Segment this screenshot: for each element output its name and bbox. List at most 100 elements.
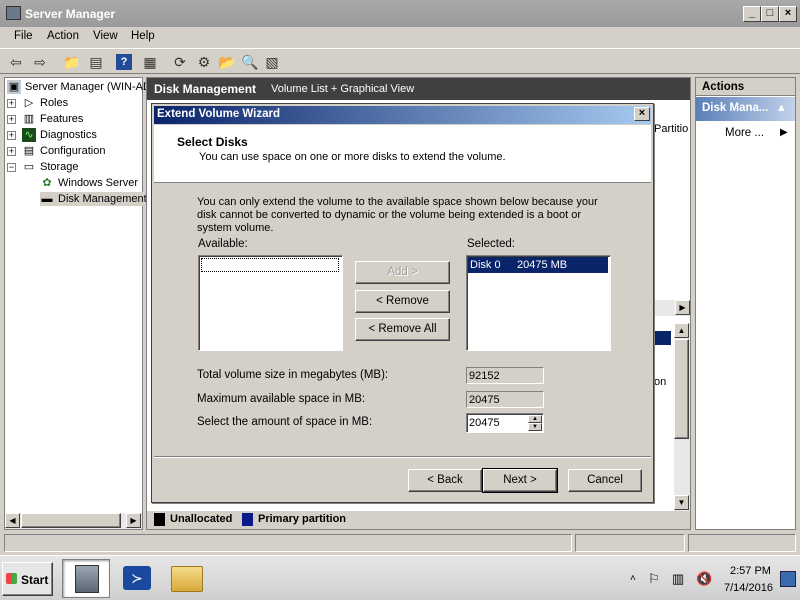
expand-features[interactable]: +: [7, 115, 16, 124]
properties-pane-icon[interactable]: ▦: [140, 52, 160, 72]
spin-up-button[interactable]: ▲: [528, 415, 542, 423]
tree-item-diagnostics[interactable]: ∿ Diagnostics: [22, 128, 97, 142]
amount-spinbox[interactable]: 20475 ▲ ▼: [466, 413, 544, 433]
graphical-view-vscroll[interactable]: ▲ ▼: [674, 323, 690, 511]
extend-volume-wizard: Extend Volume Wizard × Select Disks You …: [151, 103, 654, 503]
app-icon: [6, 6, 21, 20]
max-space-label: Maximum available space in MB:: [197, 393, 366, 405]
search-icon[interactable]: 🔍: [240, 52, 260, 72]
minimize-button[interactable]: _: [743, 6, 761, 22]
scroll-left-button[interactable]: ◀: [5, 513, 20, 528]
scroll-right-button[interactable]: ▶: [675, 300, 690, 315]
menu-file[interactable]: File: [14, 30, 33, 42]
add-button[interactable]: Add >: [355, 261, 450, 284]
menu-action[interactable]: Action: [47, 30, 79, 42]
menu-help[interactable]: Help: [131, 30, 155, 42]
title-bar: Server Manager _ □ ×: [0, 0, 800, 27]
settings-icon[interactable]: ⚙: [194, 52, 214, 72]
refresh-icon[interactable]: ⟳: [170, 52, 190, 72]
clock-time[interactable]: 2:57 PM: [730, 565, 771, 577]
scroll-right-button[interactable]: ▶: [126, 513, 141, 528]
taskbar-explorer[interactable]: [168, 562, 206, 596]
tree-item-windows-server-backup[interactable]: ✿ Windows Server: [40, 176, 138, 190]
actions-header: Actions: [696, 78, 795, 96]
collapse-storage[interactable]: −: [7, 163, 16, 172]
focus-rectangle: [201, 258, 339, 272]
menu-view[interactable]: View: [93, 30, 118, 42]
actions-section-disk-management[interactable]: Disk Mana... ▲: [696, 97, 795, 121]
volume-list-hscroll[interactable]: ▶: [655, 300, 690, 316]
max-space-value: 20475: [466, 391, 544, 408]
wizard-title-bar: Extend Volume Wizard ×: [154, 106, 651, 124]
submenu-arrow-icon: ▶: [780, 127, 788, 138]
remove-button[interactable]: < Remove: [355, 290, 450, 313]
action-center-flag-icon[interactable]: ⚐: [648, 571, 660, 587]
pane-header: Disk Management Volume List + Graphical …: [147, 78, 690, 100]
expand-roles[interactable]: +: [7, 99, 16, 108]
scroll-thumb[interactable]: [21, 513, 121, 528]
diagnostics-icon: ∿: [22, 128, 36, 142]
unallocated-swatch: [154, 513, 165, 526]
legend-unallocated: Unallocated: [170, 513, 233, 525]
toolbar: ⇦ ⇨ 📁 ▤ ? ▦ ⟳ ⚙ 📂 🔍 ▧: [0, 48, 800, 74]
status-panel-2: [575, 534, 685, 552]
start-button[interactable]: Start: [2, 562, 53, 596]
tree-item-roles[interactable]: ▷ Roles: [22, 96, 68, 110]
roles-icon: ▷: [24, 97, 34, 109]
scroll-down-button[interactable]: ▼: [674, 495, 689, 510]
forward-arrow-icon[interactable]: ⇨: [30, 52, 50, 72]
back-button[interactable]: < Back: [408, 469, 482, 492]
disk-icon: ▬: [41, 193, 53, 205]
clock-date[interactable]: 7/14/2016: [724, 582, 773, 594]
window-title: Server Manager: [25, 7, 116, 21]
tree-item-disk-management[interactable]: ▬ Disk Management: [40, 192, 151, 206]
powershell-icon: ≻: [123, 566, 151, 590]
status-panel-3: [688, 534, 796, 552]
maximize-button[interactable]: □: [761, 6, 779, 22]
open-folder-icon[interactable]: 📂: [217, 52, 237, 72]
expand-diagnostics[interactable]: +: [7, 131, 16, 140]
next-button[interactable]: Next >: [482, 468, 558, 493]
partition-column-header: Partitio: [654, 123, 689, 135]
selected-list[interactable]: Disk 0 20475 MB: [466, 255, 611, 351]
wizard-info-text: You can only extend the volume to the av…: [197, 196, 598, 234]
partition-fragment-label: on: [654, 376, 667, 388]
close-button[interactable]: ×: [779, 6, 797, 22]
tree-item-configuration[interactable]: ▤ Configuration: [22, 144, 106, 158]
show-hidden-icons-icon[interactable]: ˄: [630, 573, 636, 584]
taskbar-powershell[interactable]: ≻: [120, 562, 154, 596]
taskbar-server-manager[interactable]: [62, 559, 110, 598]
remove-all-button[interactable]: < Remove All: [355, 318, 450, 341]
tree-item-storage[interactable]: ▭ Storage: [22, 160, 79, 174]
cancel-button[interactable]: Cancel: [568, 469, 642, 492]
available-list[interactable]: [198, 255, 343, 351]
spin-down-button[interactable]: ▼: [528, 423, 542, 431]
scroll-up-button[interactable]: ▲: [674, 323, 689, 338]
up-folder-icon[interactable]: 📁: [62, 52, 82, 72]
tree-hscrollbar[interactable]: ◀ ▶: [5, 513, 142, 529]
tree-root[interactable]: ▣ Server Manager (WIN-AD: [7, 80, 151, 94]
wizard-close-button[interactable]: ×: [634, 107, 650, 121]
collapse-up-icon[interactable]: ▲: [776, 102, 787, 114]
rescan-icon[interactable]: ▧: [262, 52, 282, 72]
windows-logo-icon: [6, 573, 17, 584]
back-arrow-icon[interactable]: ⇦: [6, 52, 26, 72]
show-desktop-button[interactable]: [780, 571, 796, 587]
taskbar: Start ≻ ˄ ⚐ ▥ 🔇 2:57 PM 7/14/2016: [0, 555, 800, 600]
scroll-thumb[interactable]: [674, 339, 689, 439]
expand-configuration[interactable]: +: [7, 147, 16, 156]
show-hide-tree-icon[interactable]: ▤: [86, 52, 106, 72]
tree-item-features[interactable]: ▥ Features: [22, 112, 84, 126]
actions-pane: Actions Disk Mana... ▲ More ... ▶: [695, 77, 796, 530]
help-icon[interactable]: ?: [116, 54, 132, 70]
server-icon: ▣: [7, 80, 21, 94]
wizard-subheading: You can use space on one or more disks t…: [199, 151, 506, 163]
network-icon[interactable]: ▥: [672, 571, 684, 587]
menu-bar: File Action View Help: [0, 27, 800, 48]
actions-title: Actions: [702, 81, 745, 93]
amount-input[interactable]: 20475: [469, 417, 500, 429]
actions-more[interactable]: More ... ▶: [696, 125, 795, 143]
volume-muted-icon[interactable]: 🔇: [696, 571, 712, 587]
wizard-title: Extend Volume Wizard: [157, 108, 281, 120]
selected-list-item[interactable]: Disk 0 20475 MB: [468, 257, 608, 273]
